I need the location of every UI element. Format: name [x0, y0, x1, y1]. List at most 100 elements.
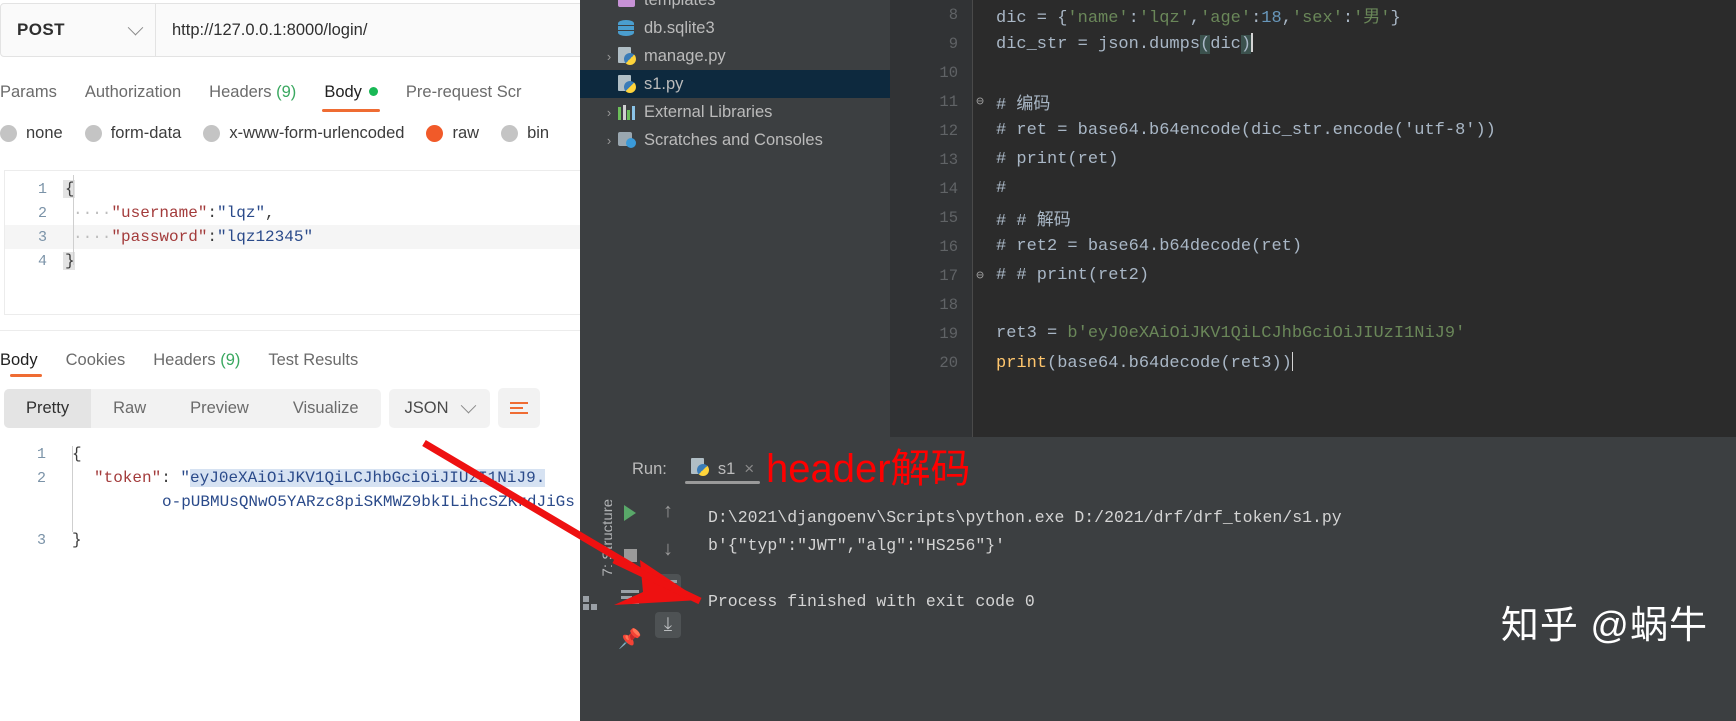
- run-nav-toolbar[interactable]: ↑ ↓ ⤓: [648, 490, 688, 721]
- response-body-viewer[interactable]: 1 { 2 "token": "eyJ0eXAiOiJKV1QiLCJhbGci…: [4, 442, 580, 552]
- response-line: 1 {: [4, 442, 580, 466]
- response-line: 2 "token": "eyJ0eXAiOiJKV1QiLCJhbGciOiJI…: [4, 466, 580, 490]
- line-number: 13: [939, 150, 958, 169]
- stop-icon[interactable]: [617, 542, 643, 568]
- line-number: 9: [948, 34, 958, 53]
- code-line: 12 # ret = base64.b64encode(dic_str.enco…: [890, 116, 1736, 145]
- view-mode-preview[interactable]: Preview: [168, 389, 271, 428]
- code-line: 10: [890, 58, 1736, 87]
- code-editor[interactable]: 8 dic = {'name':'lqz','age':18,'sex':'男'…: [890, 0, 1736, 437]
- line-number: 1: [37, 180, 47, 198]
- http-method-select[interactable]: POST: [1, 4, 156, 56]
- indent-guide: [72, 446, 73, 532]
- python-icon: [690, 457, 709, 481]
- arrow-up-icon[interactable]: ↑: [655, 498, 681, 524]
- body-type-radios[interactable]: none form-data x-www-form-urlencoded raw…: [0, 124, 571, 143]
- project-tree[interactable]: templates db.sqlite3 › manage.py s1.py ›…: [572, 0, 890, 448]
- line-number: 2: [37, 204, 47, 222]
- view-mode-group[interactable]: Pretty Raw Preview Visualize: [4, 388, 381, 428]
- code-line: 11 ⊖ # 编码: [890, 87, 1736, 116]
- fold-marker[interactable]: ⊖: [972, 94, 988, 109]
- request-body-editor[interactable]: 1 { 2 ····"username":"lqz", 3 ····"passw…: [4, 170, 580, 315]
- code-line: 13 # print(ret): [890, 145, 1736, 174]
- run-tab-s1[interactable]: s1 ×: [681, 448, 764, 490]
- response-headers-count: (9): [220, 351, 241, 369]
- tree-item-label: Scratches and Consoles: [644, 130, 823, 149]
- code-line: 18: [890, 290, 1736, 319]
- tree-item-db-sqlite3[interactable]: db.sqlite3: [572, 14, 890, 42]
- tree-item-s1-py[interactable]: s1.py: [572, 70, 890, 98]
- tree-item-manage-py[interactable]: › manage.py: [572, 42, 890, 70]
- pin-icon[interactable]: 📌: [617, 626, 643, 652]
- code-text: ret3 = b'eyJ0eXAiOiJKV1QiLCJhbGciOiJIUzI…: [996, 324, 1466, 343]
- body-type-binary[interactable]: bin: [501, 124, 549, 143]
- radio-icon: [84, 125, 102, 142]
- body-type-none[interactable]: none: [0, 124, 63, 143]
- line-number: 11: [939, 92, 958, 111]
- scratches-icon: [618, 132, 644, 148]
- rerun-icon[interactable]: [617, 500, 643, 526]
- response-tab-headers[interactable]: Headers (9): [139, 351, 254, 376]
- tree-item-scratches-and-consoles[interactable]: › Scratches and Consoles: [572, 126, 890, 154]
- url-input[interactable]: http://127.0.0.1:8000/login/: [156, 4, 580, 56]
- code-text: # print(ret): [996, 150, 1119, 169]
- code-text: # # print(ret2): [996, 266, 1150, 285]
- line-number: 2: [36, 469, 46, 487]
- close-icon[interactable]: ×: [744, 459, 754, 479]
- request-tabs[interactable]: Params Authorization Headers (9) Body Pr…: [0, 70, 536, 112]
- response-view-toolbar[interactable]: Pretty Raw Preview Visualize JSON: [4, 388, 540, 428]
- code-line: 8 dic = {'name':'lqz','age':18,'sex':'男'…: [890, 0, 1736, 29]
- chevron-down-icon: [127, 19, 144, 35]
- section-divider: [0, 330, 580, 331]
- run-label: Run:: [632, 459, 667, 478]
- tab-headers[interactable]: Headers (9): [195, 83, 310, 110]
- scroll-to-end-icon[interactable]: ⤓: [655, 612, 681, 638]
- response-tabs[interactable]: Body Cookies Headers (9) Test Results: [0, 340, 372, 377]
- body-type-raw[interactable]: raw: [426, 124, 479, 143]
- body-type-x-www-form-urlencoded[interactable]: x-www-form-urlencoded: [203, 124, 404, 143]
- tree-item-external-libraries[interactable]: › External Libraries: [572, 98, 890, 126]
- tab-body[interactable]: Body: [310, 83, 392, 112]
- body-text: ····"username":"lqz",: [73, 204, 275, 222]
- run-actions-toolbar[interactable]: 📌: [612, 490, 648, 721]
- tree-expand-arrow[interactable]: ›: [602, 133, 616, 148]
- editor-code: 8 dic = {'name':'lqz','age':18,'sex':'男'…: [890, 0, 1736, 377]
- code-line: 16 # ret2 = base64.b64decode(ret): [890, 232, 1736, 261]
- tab-authorization[interactable]: Authorization: [71, 83, 195, 110]
- console-line: D:\2021\djangoenv\Scripts\python.exe D:/…: [708, 508, 1342, 527]
- layout-icon[interactable]: [617, 584, 643, 610]
- arrow-down-icon[interactable]: ↓: [655, 536, 681, 562]
- tree-expand-arrow[interactable]: ›: [602, 105, 616, 120]
- line-number: 4: [37, 252, 47, 270]
- fold-marker[interactable]: ⊖: [972, 268, 988, 283]
- wrap-lines-icon[interactable]: [497, 388, 540, 428]
- view-mode-visualize[interactable]: Visualize: [271, 389, 381, 428]
- console-line: Process finished with exit code 0: [708, 592, 1035, 611]
- console-line: b'{"typ":"JWT","alg":"HS256"}': [708, 536, 1006, 555]
- line-number: 10: [939, 63, 958, 82]
- python-file-icon: [618, 47, 644, 65]
- tree-item-label: db.sqlite3: [644, 18, 715, 37]
- response-format-select[interactable]: JSON: [388, 388, 490, 428]
- view-mode-pretty[interactable]: Pretty: [4, 388, 92, 428]
- line-number: 17: [939, 266, 958, 285]
- code-line: 20 print(base64.b64decode(ret3)): [890, 348, 1736, 377]
- tab-params[interactable]: Params: [0, 83, 71, 110]
- radio-icon: [501, 125, 519, 142]
- postman-window: POST http://127.0.0.1:8000/login/ Params…: [0, 0, 580, 721]
- tree-item-templates[interactable]: templates: [572, 0, 890, 14]
- response-tab-cookies[interactable]: Cookies: [52, 351, 140, 376]
- view-mode-raw[interactable]: Raw: [91, 389, 168, 428]
- chevron-down-icon: [460, 397, 476, 413]
- line-number: 14: [939, 179, 958, 198]
- line-number: 19: [939, 324, 958, 343]
- body-type-form-data[interactable]: form-data: [84, 124, 181, 143]
- response-tab-test-results[interactable]: Test Results: [254, 351, 372, 376]
- annotation-label: header解码: [766, 447, 971, 491]
- tree-expand-arrow[interactable]: ›: [602, 49, 616, 64]
- response-tab-body[interactable]: Body: [0, 351, 52, 377]
- response-line: 3 }: [4, 528, 580, 552]
- soft-wrap-icon[interactable]: [655, 574, 681, 600]
- line-number: 15: [939, 208, 958, 227]
- tab-pre-request-script[interactable]: Pre-request Scr: [392, 83, 536, 110]
